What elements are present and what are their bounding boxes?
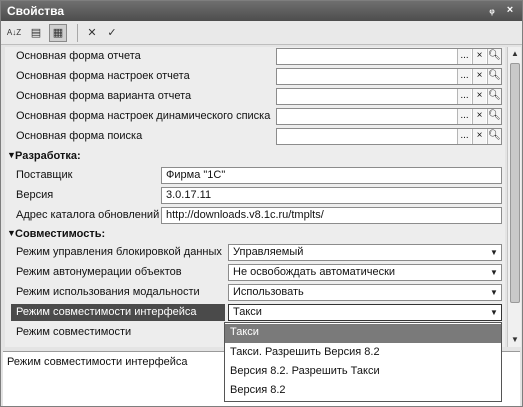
select-dots-button[interactable]: ...: [457, 109, 471, 124]
select-value: Такси: [233, 306, 262, 318]
clear-icon[interactable]: ×: [472, 89, 486, 104]
vendor-field[interactable]: Фирма "1С": [161, 167, 502, 184]
chevron-down-icon[interactable]: ▼: [487, 245, 501, 260]
interface-compat-select[interactable]: Такси ▼: [228, 304, 502, 321]
chevron-down-icon[interactable]: ▼: [487, 265, 501, 280]
property-row: Режим использования модальности Использо…: [5, 283, 505, 302]
property-label: Режим совместимости: [16, 326, 132, 338]
clear-icon[interactable]: ×: [472, 129, 486, 144]
property-row: Основная форма отчета ... × 🔍︎: [5, 47, 505, 66]
description-text: Режим совместимости интерфейса: [7, 356, 188, 368]
window-title: Свойства: [7, 4, 65, 18]
dropdown-option[interactable]: Версия 8.2: [225, 382, 501, 401]
property-label: Основная форма поиска: [16, 130, 143, 142]
form-picker[interactable]: ... × 🔍︎: [276, 48, 502, 65]
vertical-scrollbar[interactable]: ▲ ▼: [507, 47, 521, 347]
property-label: Основная форма варианта отчета: [16, 90, 192, 102]
properties-window: Свойства ᵩ × A↓Z ▤ ▦ ✕ ✓ Основная форма …: [0, 0, 523, 407]
search-icon[interactable]: 🔍︎: [487, 129, 501, 144]
property-label: Режим автонумерации объектов: [16, 266, 182, 278]
property-row: Режим автонумерации объектов Не освобожд…: [5, 263, 505, 282]
form-picker[interactable]: ... × 🔍︎: [276, 68, 502, 85]
interface-compat-dropdown: Такси Такси. Разрешить Версия 8.2 Версия…: [224, 322, 502, 402]
sort-alphabetically-icon[interactable]: A↓Z: [5, 24, 23, 42]
dropdown-option[interactable]: Такси. Разрешить Версия 8.2: [225, 344, 501, 363]
property-row: Основная форма поиска ... × 🔍︎: [5, 127, 505, 146]
property-row: Поставщик Фирма "1С": [5, 166, 505, 185]
property-label: Режим совместимости интерфейса: [11, 304, 225, 321]
select-value: Не освобождать автоматически: [233, 266, 396, 278]
property-row: Версия 3.0.17.11: [5, 186, 505, 205]
close-icon[interactable]: ×: [503, 3, 517, 17]
property-row: Основная форма настроек отчета ... × 🔍︎: [5, 67, 505, 86]
title-bar: Свойства ᵩ ×: [1, 1, 522, 21]
confirm-icon[interactable]: ✓: [103, 24, 121, 42]
property-label: Режим управления блокировкой данных: [16, 246, 222, 258]
select-value: Управляемый: [233, 246, 304, 258]
search-icon[interactable]: 🔍︎: [487, 69, 501, 84]
form-picker[interactable]: ... × 🔍︎: [276, 88, 502, 105]
group-by-category-icon[interactable]: ▤: [27, 24, 45, 42]
property-label: Адрес каталога обновлений: [16, 209, 160, 221]
property-label: Основная форма настроек динамического сп…: [16, 110, 271, 122]
pin-icon[interactable]: ᵩ: [485, 3, 499, 17]
section-title: Разработка:: [15, 150, 81, 162]
toolbar: A↓Z ▤ ▦ ✕ ✓: [1, 21, 522, 45]
property-label: Поставщик: [16, 169, 73, 181]
property-row: Основная форма настроек динамического сп…: [5, 107, 505, 126]
autonumbering-select[interactable]: Не освобождать автоматически ▼: [228, 264, 502, 281]
scroll-thumb[interactable]: [510, 63, 520, 303]
select-dots-button[interactable]: ...: [457, 129, 471, 144]
dropdown-option[interactable]: Версия 8.2. Разрешить Такси: [225, 363, 501, 382]
search-icon[interactable]: 🔍︎: [487, 49, 501, 64]
scroll-down-icon[interactable]: ▼: [508, 333, 522, 347]
search-icon[interactable]: 🔍︎: [487, 109, 501, 124]
version-field[interactable]: 3.0.17.11: [161, 187, 502, 204]
property-row-selected: Режим совместимости интерфейса Такси ▼: [5, 303, 505, 322]
clear-icon[interactable]: ×: [472, 109, 486, 124]
property-label: Основная форма отчета: [16, 50, 141, 62]
filter-properties-icon[interactable]: ▦: [49, 24, 67, 42]
select-dots-button[interactable]: ...: [457, 89, 471, 104]
clear-icon[interactable]: ×: [472, 69, 486, 84]
select-value: Использовать: [233, 286, 304, 298]
dropdown-option[interactable]: Такси: [225, 324, 501, 343]
section-title: Совместимость:: [15, 228, 106, 240]
search-icon[interactable]: 🔍︎: [487, 89, 501, 104]
property-row: Адрес каталога обновлений http://downloa…: [5, 206, 505, 225]
lock-mode-select[interactable]: Управляемый ▼: [228, 244, 502, 261]
form-picker[interactable]: ... × 🔍︎: [276, 128, 502, 145]
property-row: Основная форма варианта отчета ... × 🔍︎: [5, 87, 505, 106]
select-dots-button[interactable]: ...: [457, 69, 471, 84]
chevron-down-icon[interactable]: ▼: [487, 305, 501, 320]
update-url-field[interactable]: http://downloads.v8.1c.ru/tmplts/: [161, 207, 502, 224]
property-row: Режим управления блокировкой данных Упра…: [5, 243, 505, 262]
property-label: Версия: [16, 189, 54, 201]
property-grid: Основная форма отчета ... × 🔍︎ Основная …: [5, 47, 505, 347]
modality-select[interactable]: Использовать ▼: [228, 284, 502, 301]
form-picker[interactable]: ... × 🔍︎: [276, 108, 502, 125]
toolbar-separator: [77, 24, 78, 42]
scroll-up-icon[interactable]: ▲: [508, 47, 522, 61]
delete-icon[interactable]: ✕: [83, 24, 101, 42]
select-dots-button[interactable]: ...: [457, 49, 471, 64]
property-label: Режим использования модальности: [16, 286, 200, 298]
chevron-down-icon[interactable]: ▼: [487, 285, 501, 300]
property-label: Основная форма настроек отчета: [16, 70, 190, 82]
clear-icon[interactable]: ×: [472, 49, 486, 64]
